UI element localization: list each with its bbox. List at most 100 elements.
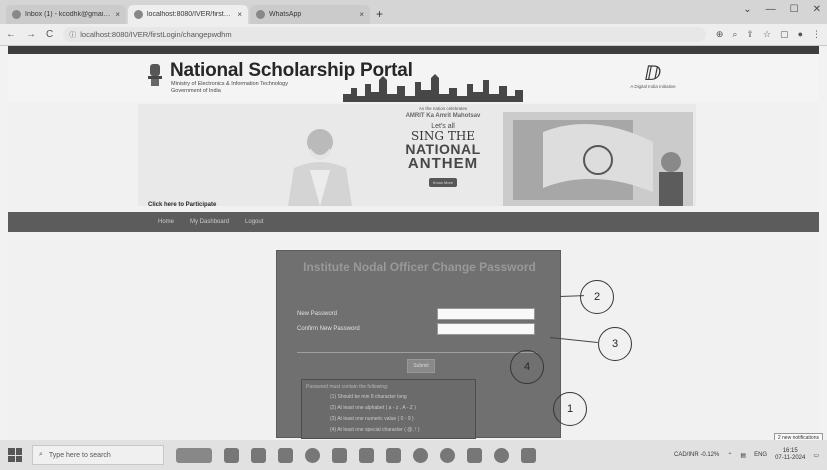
digital-india-text: A Digital India Initiative [630,84,676,89]
whatsapp-icon [256,10,265,19]
edge-icon[interactable] [251,447,266,463]
know-more-button[interactable]: Know More [428,178,458,187]
app-icon[interactable] [413,447,428,463]
taskbar: ⌕ Type here to search CAD/INR -0.12% ⌃ ▤… [0,440,827,470]
menu-logout[interactable]: Logout [245,219,263,225]
file-explorer-icon[interactable] [332,447,347,463]
task-view-icon[interactable] [224,447,239,463]
share-icon[interactable]: ⇪ [746,29,754,40]
mail-icon[interactable] [359,447,374,463]
profile-icon[interactable]: ● [798,29,803,40]
new-password-label: New Password [297,311,338,317]
person-image [288,129,352,206]
gmail-icon [12,10,21,19]
install-icon[interactable]: ⊕ [716,29,724,40]
chevron-up-icon[interactable]: ⌃ [727,452,732,459]
globe-icon [134,10,143,19]
anthem-text: ANTHEM [407,155,479,172]
portal-header: National Scholarship Portal Ministry of … [8,54,819,102]
tab-whatsapp[interactable]: WhatsApp × [250,5,370,24]
rule-item: (4) At least one special character ( @, … [330,427,420,433]
confirm-password-row: Confirm New Password [297,323,537,335]
national-text: NATIONAL [405,141,481,157]
chevron-down-icon[interactable]: ⌄ [743,4,751,15]
search-icon: ⌕ [39,451,43,458]
clock-time: 16:15 [782,448,798,454]
app-icon[interactable] [494,447,509,463]
digital-india-logo: ⅅ A Digital India Initiative [623,64,683,98]
reload-icon[interactable]: C [46,29,53,40]
tab-title: localhost:8080/IVER/firstLogin/c [147,11,233,18]
ticker-text[interactable]: CAD/INR -0.12% [674,452,719,458]
tab-strip: Inbox (1) - kcodhk@gmail.com × localhost… [0,0,827,24]
menu-dashboard[interactable]: My Dashboard [190,219,229,225]
clock[interactable]: 16:15 07-11-2024 [775,448,805,462]
confirm-password-input[interactable] [437,323,535,335]
new-tab-button[interactable]: + [376,7,383,21]
menu-home[interactable]: Home [158,219,174,225]
password-rules: Password must contain the following: (1)… [301,379,476,439]
government-line: Government of India [171,88,221,94]
top-strip [8,46,819,54]
toolbar-actions: ⊕ ⌕ ⇪ ☆ ▢ ● ⋮ [716,29,821,40]
emblem-icon [148,64,162,86]
close-icon[interactable]: × [115,10,120,19]
network-icon[interactable]: ▤ [740,452,746,459]
zoom-icon[interactable]: ⌕ [732,29,737,40]
taskbar-apps [176,447,536,463]
info-icon[interactable]: ⓘ [69,30,76,40]
app-icon[interactable] [386,447,401,463]
maximize-icon[interactable]: ☐ [790,4,799,15]
flag-image [503,112,693,206]
divider [297,352,537,353]
menu-bar: Home My Dashboard Logout [8,212,819,232]
new-password-input[interactable] [437,308,535,320]
participate-link[interactable]: Click here to Participate [148,202,216,208]
notification-icon[interactable]: ▭ [813,452,819,459]
store-icon[interactable] [278,447,293,463]
chrome-icon[interactable] [305,447,320,463]
browser-toolbar: ← → C ⓘ localhost:8080/IVER/firstLogin/c… [0,24,827,46]
annotation-4: 4 [510,350,544,384]
close-icon[interactable]: × [359,10,364,19]
url-text: localhost:8080/IVER/firstLogin/changepwd… [80,30,232,39]
close-window-icon[interactable]: ✕ [813,4,821,15]
close-icon[interactable]: × [237,10,242,19]
app-icon[interactable] [521,447,536,463]
taskbar-search[interactable]: ⌕ Type here to search [32,445,164,465]
tab-gmail[interactable]: Inbox (1) - kcodhk@gmail.com × [6,5,126,24]
tab-localhost[interactable]: localhost:8080/IVER/firstLogin/c × [128,5,248,24]
tab-title: WhatsApp [269,11,302,18]
forward-icon[interactable]: → [26,29,36,40]
tab-title: Inbox (1) - kcodhk@gmail.com [25,11,112,18]
annotation-2: 2 [580,280,614,314]
anthem-banner[interactable]: As the nation celebrates AMRIT Ka Amrit … [138,104,696,206]
change-password-title: Institute Nodal Officer Change Password [303,260,536,274]
skyline-graphic [343,74,523,102]
app-icon[interactable] [440,447,455,463]
rule-item: (3) At least one numeric value ( 0 - 9 ) [330,416,414,422]
rule-item: (2) At least one alphabet ( a - z , A - … [330,405,416,411]
ministry-line: Ministry of Electronics & Information Te… [171,81,288,87]
sidepanel-icon[interactable]: ▢ [780,29,789,40]
app-icon[interactable] [467,447,482,463]
system-tray: CAD/INR -0.12% ⌃ ▤ ENG 16:15 07-11-2024 … [674,448,819,462]
search-placeholder: Type here to search [48,451,111,459]
lang-text[interactable]: ENG [754,452,767,458]
annotation-3: 3 [598,327,632,361]
minimize-icon[interactable]: — [766,4,776,15]
back-icon[interactable]: ← [6,29,16,40]
portal-page: National Scholarship Portal Ministry of … [8,46,819,439]
window-controls: ⌄ — ☐ ✕ [743,4,821,15]
rule-item: (1) Should be min 8 character long [330,394,407,400]
change-password-box: Institute Nodal Officer Change Password … [276,250,561,439]
menu-icon[interactable]: ⋮ [812,29,821,40]
digital-india-mark-icon: ⅅ [644,63,662,85]
amrit-logo-text: AMRIT Ka Amrit Mahotsav [405,113,481,119]
news-widget-icon[interactable] [176,447,212,463]
star-icon[interactable]: ☆ [763,29,771,40]
windows-start-icon[interactable] [8,448,22,462]
campaign-small-text: As the nation celebrates [418,106,468,111]
submit-button[interactable]: Submit [407,359,435,373]
address-bar[interactable]: ⓘ localhost:8080/IVER/firstLogin/changep… [63,27,706,42]
